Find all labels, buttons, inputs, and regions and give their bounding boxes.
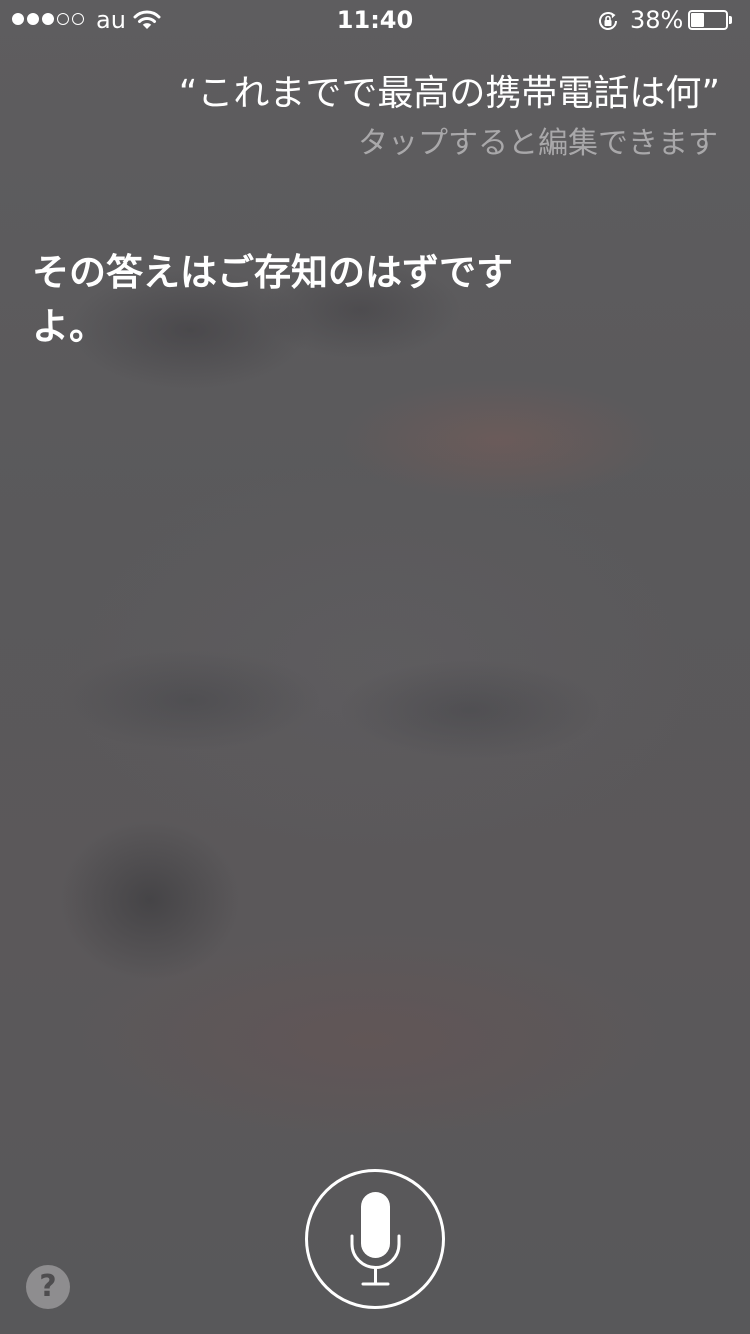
microphone-button[interactable] <box>305 1169 445 1309</box>
battery-icon <box>688 10 732 30</box>
tap-to-edit-hint[interactable]: タップすると編集できます <box>28 122 718 166</box>
siri-screen: au 11:40 38% “これまでで最高の携帯電話は何” タップすると編集でき… <box>0 0 750 1334</box>
help-button[interactable]: ? <box>26 1265 70 1309</box>
battery-tip <box>729 16 732 24</box>
status-bar: au 11:40 38% <box>0 0 750 40</box>
battery-fill <box>691 13 704 27</box>
microphone-icon <box>350 1192 401 1286</box>
siri-query[interactable]: “これまでで最高の携帯電話は何” <box>30 68 720 120</box>
rotation-lock-icon <box>596 9 620 39</box>
battery-percent: 38% <box>630 6 684 34</box>
siri-answer: その答えはご存知のはずですよ。 <box>32 251 513 348</box>
